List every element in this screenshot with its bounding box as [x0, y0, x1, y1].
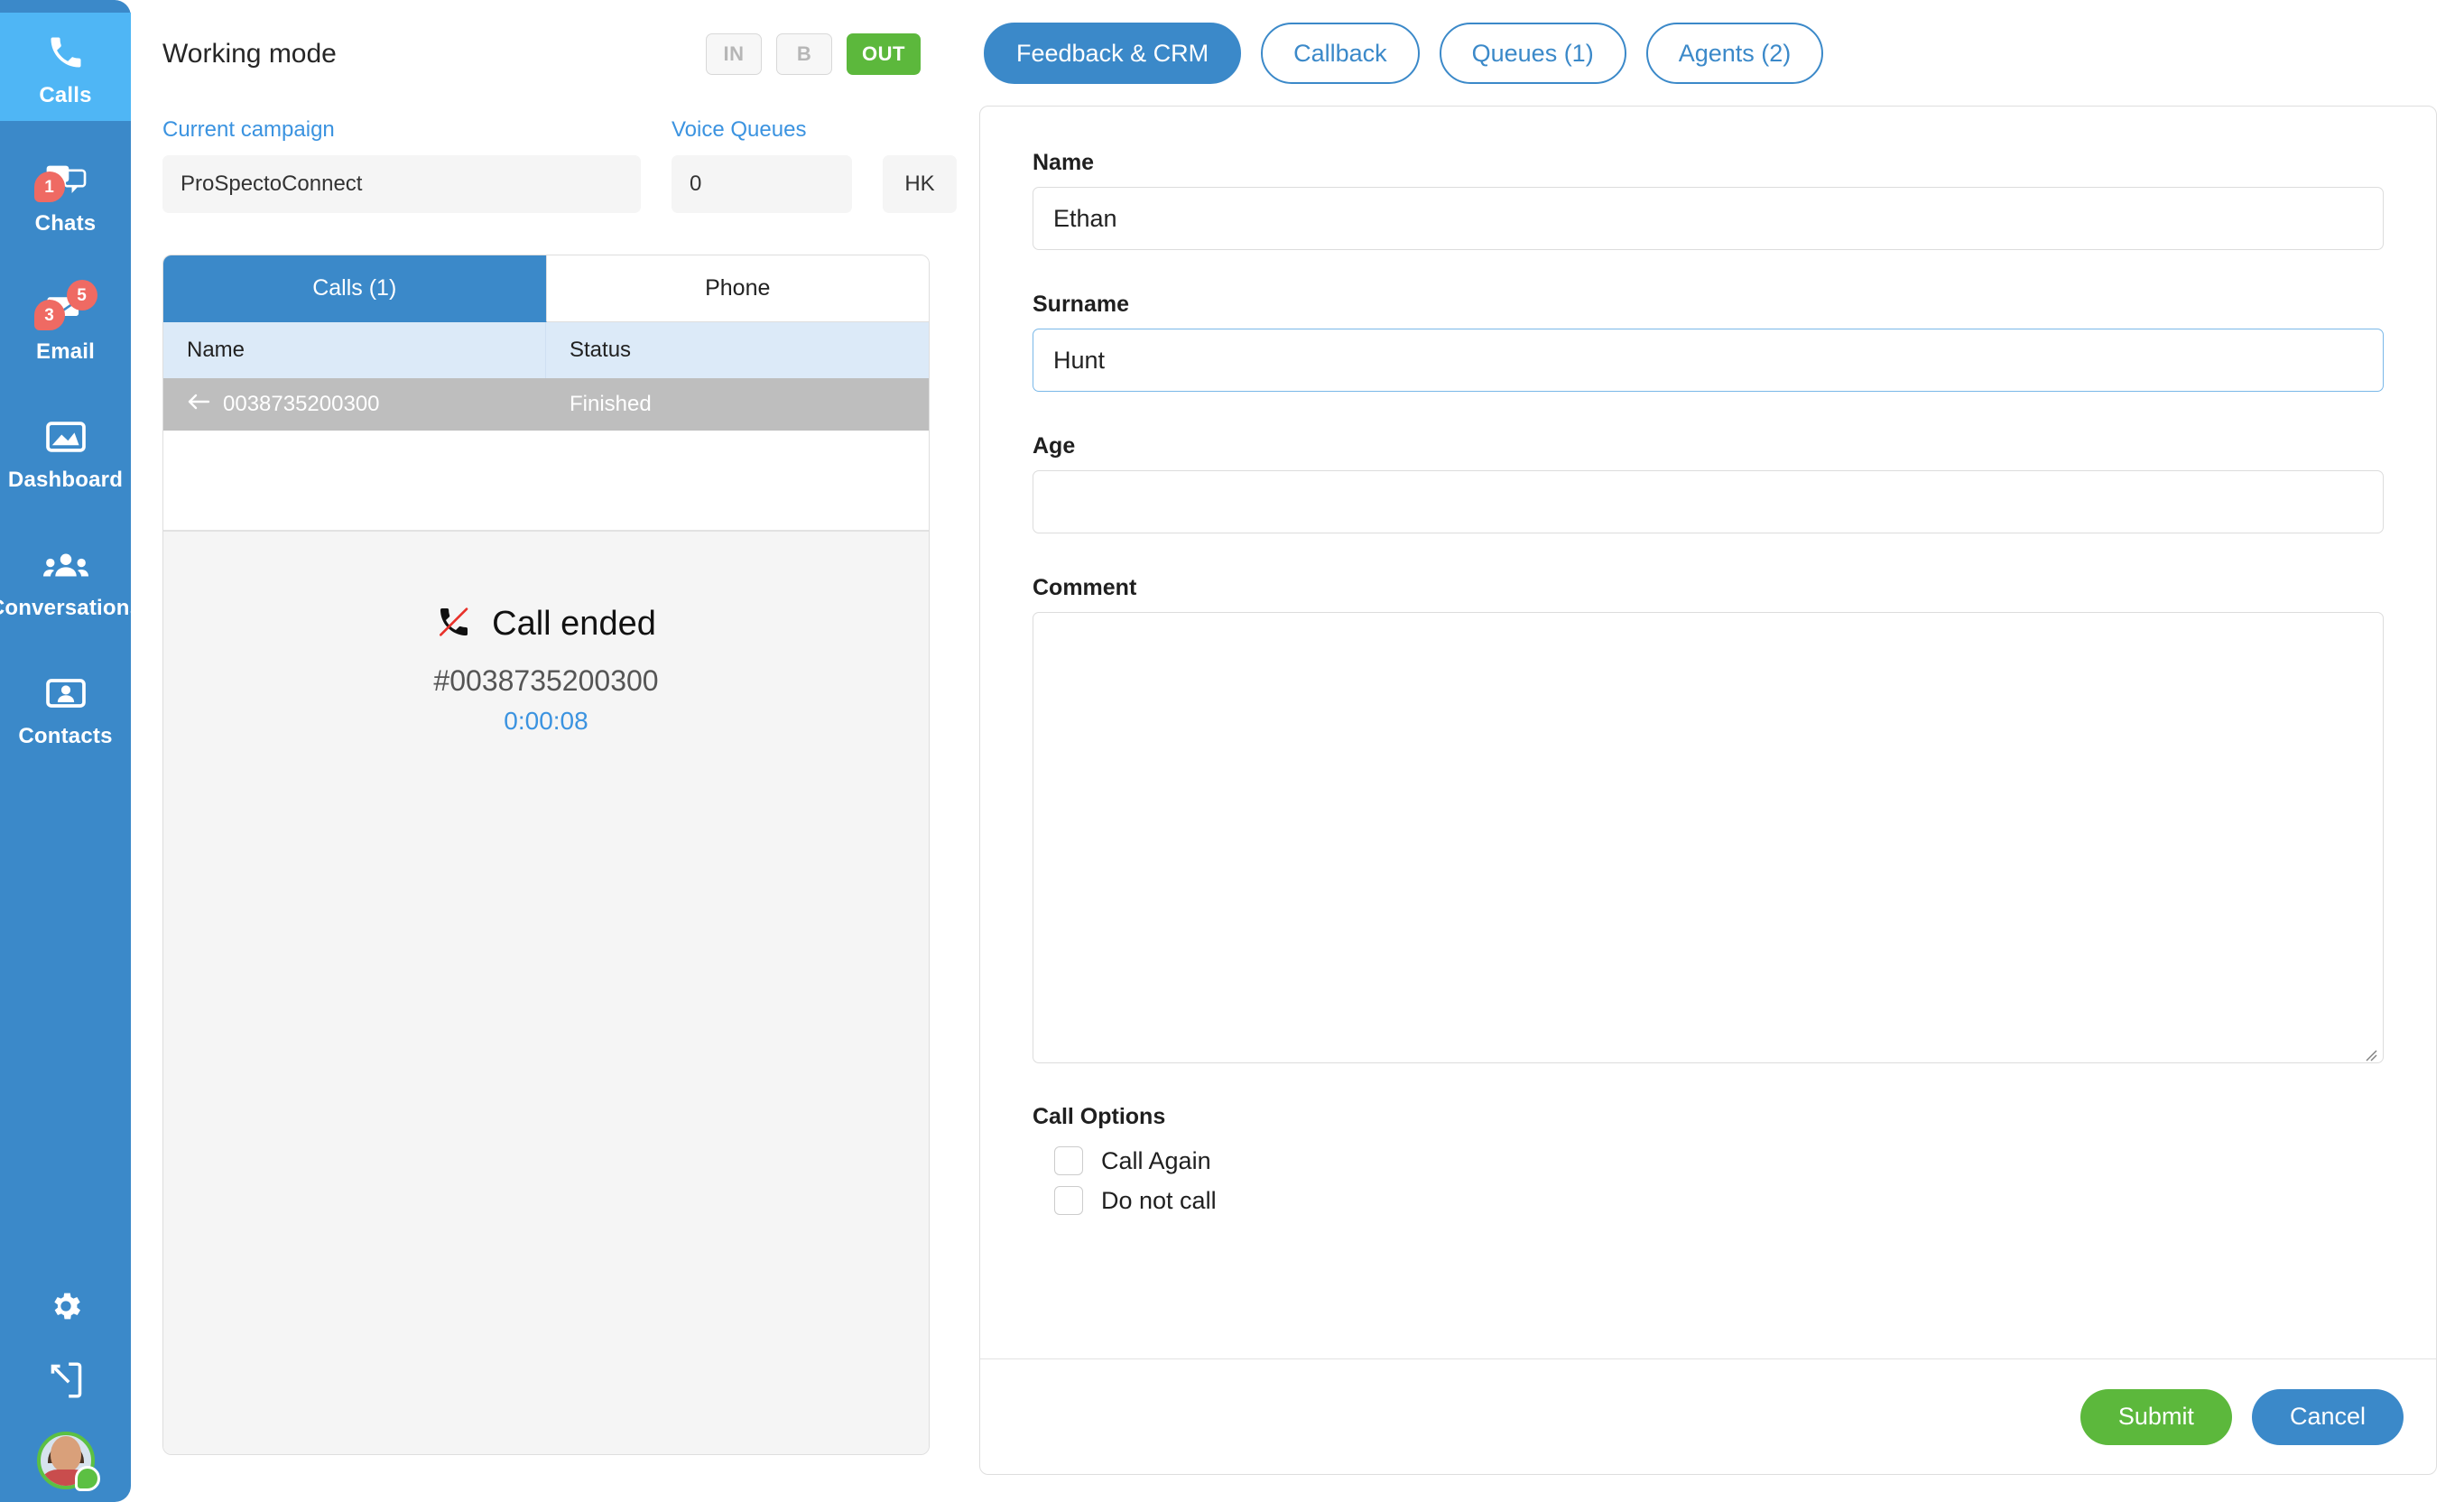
- main-content: Working mode IN B OUT Current campaign P…: [131, 0, 2464, 1502]
- avatar[interactable]: [36, 1432, 100, 1491]
- sidebar-item-label: Email: [35, 339, 96, 364]
- mode-button-group: IN B OUT: [706, 33, 930, 75]
- badge-count-secondary: 3: [33, 300, 65, 330]
- call-again-checkbox[interactable]: [1054, 1146, 1083, 1175]
- tab-feedback-crm[interactable]: Feedback & CRM: [984, 23, 1242, 84]
- table-row[interactable]: 0038735200300 Finished: [163, 378, 929, 431]
- option-call-again[interactable]: Call Again: [1033, 1146, 2384, 1175]
- voice-queues-value[interactable]: 0: [672, 155, 852, 213]
- call-ended-duration: 0:00:08: [504, 707, 588, 735]
- sidebar-item-calls[interactable]: Calls: [0, 13, 131, 121]
- call-row-status: Finished: [570, 392, 652, 416]
- phone-icon: [38, 29, 94, 76]
- comment-field-group: Comment: [1033, 575, 2384, 1068]
- sidebar-item-label: Calls: [39, 83, 92, 107]
- queue-code-value[interactable]: HK: [883, 155, 957, 213]
- badge-count: 5: [66, 280, 97, 311]
- call-panel: Calls (1) Phone Name Status 003873520030…: [162, 255, 930, 1455]
- crm-form-footer: Submit Cancel: [980, 1358, 2436, 1474]
- call-options-title: Call Options: [1033, 1104, 1166, 1129]
- comment-label: Comment: [1033, 575, 1137, 600]
- surname-label: Surname: [1033, 292, 1129, 317]
- sidebar-item-label: Contacts: [18, 724, 113, 748]
- sidebar-item-chats[interactable]: 1 Chats: [0, 141, 131, 249]
- sidebar-item-email[interactable]: 5 3 Email: [0, 269, 131, 377]
- comment-textarea-wrap: [1033, 612, 2384, 1068]
- mode-button-in[interactable]: IN: [706, 33, 763, 75]
- sidebar-item-label: Chats: [34, 211, 97, 236]
- call-ended-number: #0038735200300: [433, 664, 659, 697]
- tab-calls[interactable]: Calls (1): [163, 255, 547, 322]
- cancel-button[interactable]: Cancel: [2251, 1388, 2404, 1445]
- phone-missed-icon: [436, 604, 472, 644]
- age-input[interactable]: [1033, 470, 2384, 533]
- crm-tab-bar: Feedback & CRM Callback Queues (1) Agent…: [979, 23, 2437, 84]
- app-root: Calls 1 Chats 5 3 Email Dashboard Conver…: [0, 0, 2464, 1502]
- call-options-group: Call Options Call Again Do not call: [1033, 1104, 2384, 1215]
- logout-button[interactable]: [34, 1350, 97, 1414]
- crm-column: Feedback & CRM Callback Queues (1) Agent…: [961, 0, 2464, 1502]
- campaign-fields-row: Current campaign ProSpectoConnect Voice …: [162, 117, 957, 213]
- voice-queues-group: Voice Queues 0: [672, 117, 852, 213]
- name-input[interactable]: [1033, 187, 2384, 250]
- column-header-name: Name: [163, 322, 546, 378]
- main-sidebar: Calls 1 Chats 5 3 Email Dashboard Conver…: [0, 0, 142, 1502]
- age-label: Age: [1033, 433, 1076, 459]
- sidebar-item-label: Conversations: [0, 596, 143, 620]
- surname-input[interactable]: [1033, 329, 2384, 392]
- tab-callback[interactable]: Callback: [1261, 23, 1420, 84]
- logout-icon: [49, 1361, 83, 1404]
- sidebar-item-label: Dashboard: [7, 468, 124, 492]
- sidebar-item-conversations[interactable]: Conversations: [0, 525, 142, 634]
- surname-field-group: Surname: [1033, 292, 2384, 392]
- status-badge: [74, 1466, 100, 1491]
- call-again-label: Call Again: [1101, 1146, 1211, 1174]
- do-not-call-checkbox[interactable]: [1054, 1186, 1083, 1215]
- tab-queues[interactable]: Queues (1): [1439, 23, 1626, 84]
- working-mode-row: Working mode IN B OUT: [162, 27, 930, 81]
- tab-phone[interactable]: Phone: [546, 255, 929, 322]
- call-ended-heading: Call ended: [436, 604, 656, 644]
- gear-icon: [48, 1288, 84, 1329]
- sidebar-item-dashboard[interactable]: Dashboard: [0, 397, 131, 505]
- call-ended-title: Call ended: [492, 605, 656, 643]
- submit-button[interactable]: Submit: [2080, 1388, 2232, 1445]
- call-row-number: 0038735200300: [223, 392, 380, 416]
- crm-form-card: Name Surname Age Comment: [979, 106, 2437, 1475]
- queue-code-group: HK: [883, 117, 957, 213]
- settings-button[interactable]: [34, 1276, 97, 1340]
- name-field-group: Name: [1033, 150, 2384, 250]
- voice-queues-label: Voice Queues: [672, 117, 807, 142]
- sidebar-item-contacts[interactable]: Contacts: [0, 654, 131, 762]
- conversations-icon: [38, 542, 94, 589]
- call-table-header: Name Status: [163, 322, 929, 378]
- call-row-name-cell: 0038735200300: [163, 378, 546, 431]
- option-do-not-call[interactable]: Do not call: [1033, 1186, 2384, 1215]
- call-list-empty-area: [163, 431, 929, 532]
- email-icon: 5 3: [33, 280, 97, 332]
- contacts-icon: [38, 670, 94, 717]
- calls-column: Working mode IN B OUT Current campaign P…: [131, 0, 961, 1502]
- current-campaign-group: Current campaign ProSpectoConnect: [162, 117, 641, 213]
- call-status-panel: Call ended #0038735200300 0:00:08: [163, 532, 929, 1454]
- tab-agents[interactable]: Agents (2): [1645, 23, 1824, 84]
- current-campaign-value[interactable]: ProSpectoConnect: [162, 155, 641, 213]
- page-title: Working mode: [162, 39, 337, 69]
- name-label: Name: [1033, 150, 1095, 175]
- sidebar-bottom-group: [0, 1276, 131, 1502]
- chats-icon: 1: [33, 157, 94, 204]
- dashboard-icon: [38, 413, 94, 460]
- comment-textarea[interactable]: [1033, 612, 2384, 1063]
- age-field-group: Age: [1033, 433, 2384, 533]
- badge-count: 1: [33, 172, 65, 202]
- do-not-call-label: Do not call: [1101, 1186, 1217, 1214]
- mode-button-b[interactable]: B: [776, 33, 833, 75]
- crm-form-body: Name Surname Age Comment: [980, 107, 2436, 1358]
- column-header-status: Status: [570, 338, 632, 362]
- current-campaign-label: Current campaign: [162, 117, 335, 142]
- call-panel-tabs: Calls (1) Phone: [163, 255, 929, 322]
- arrow-left-icon: [187, 392, 210, 417]
- mode-button-out[interactable]: OUT: [847, 33, 921, 75]
